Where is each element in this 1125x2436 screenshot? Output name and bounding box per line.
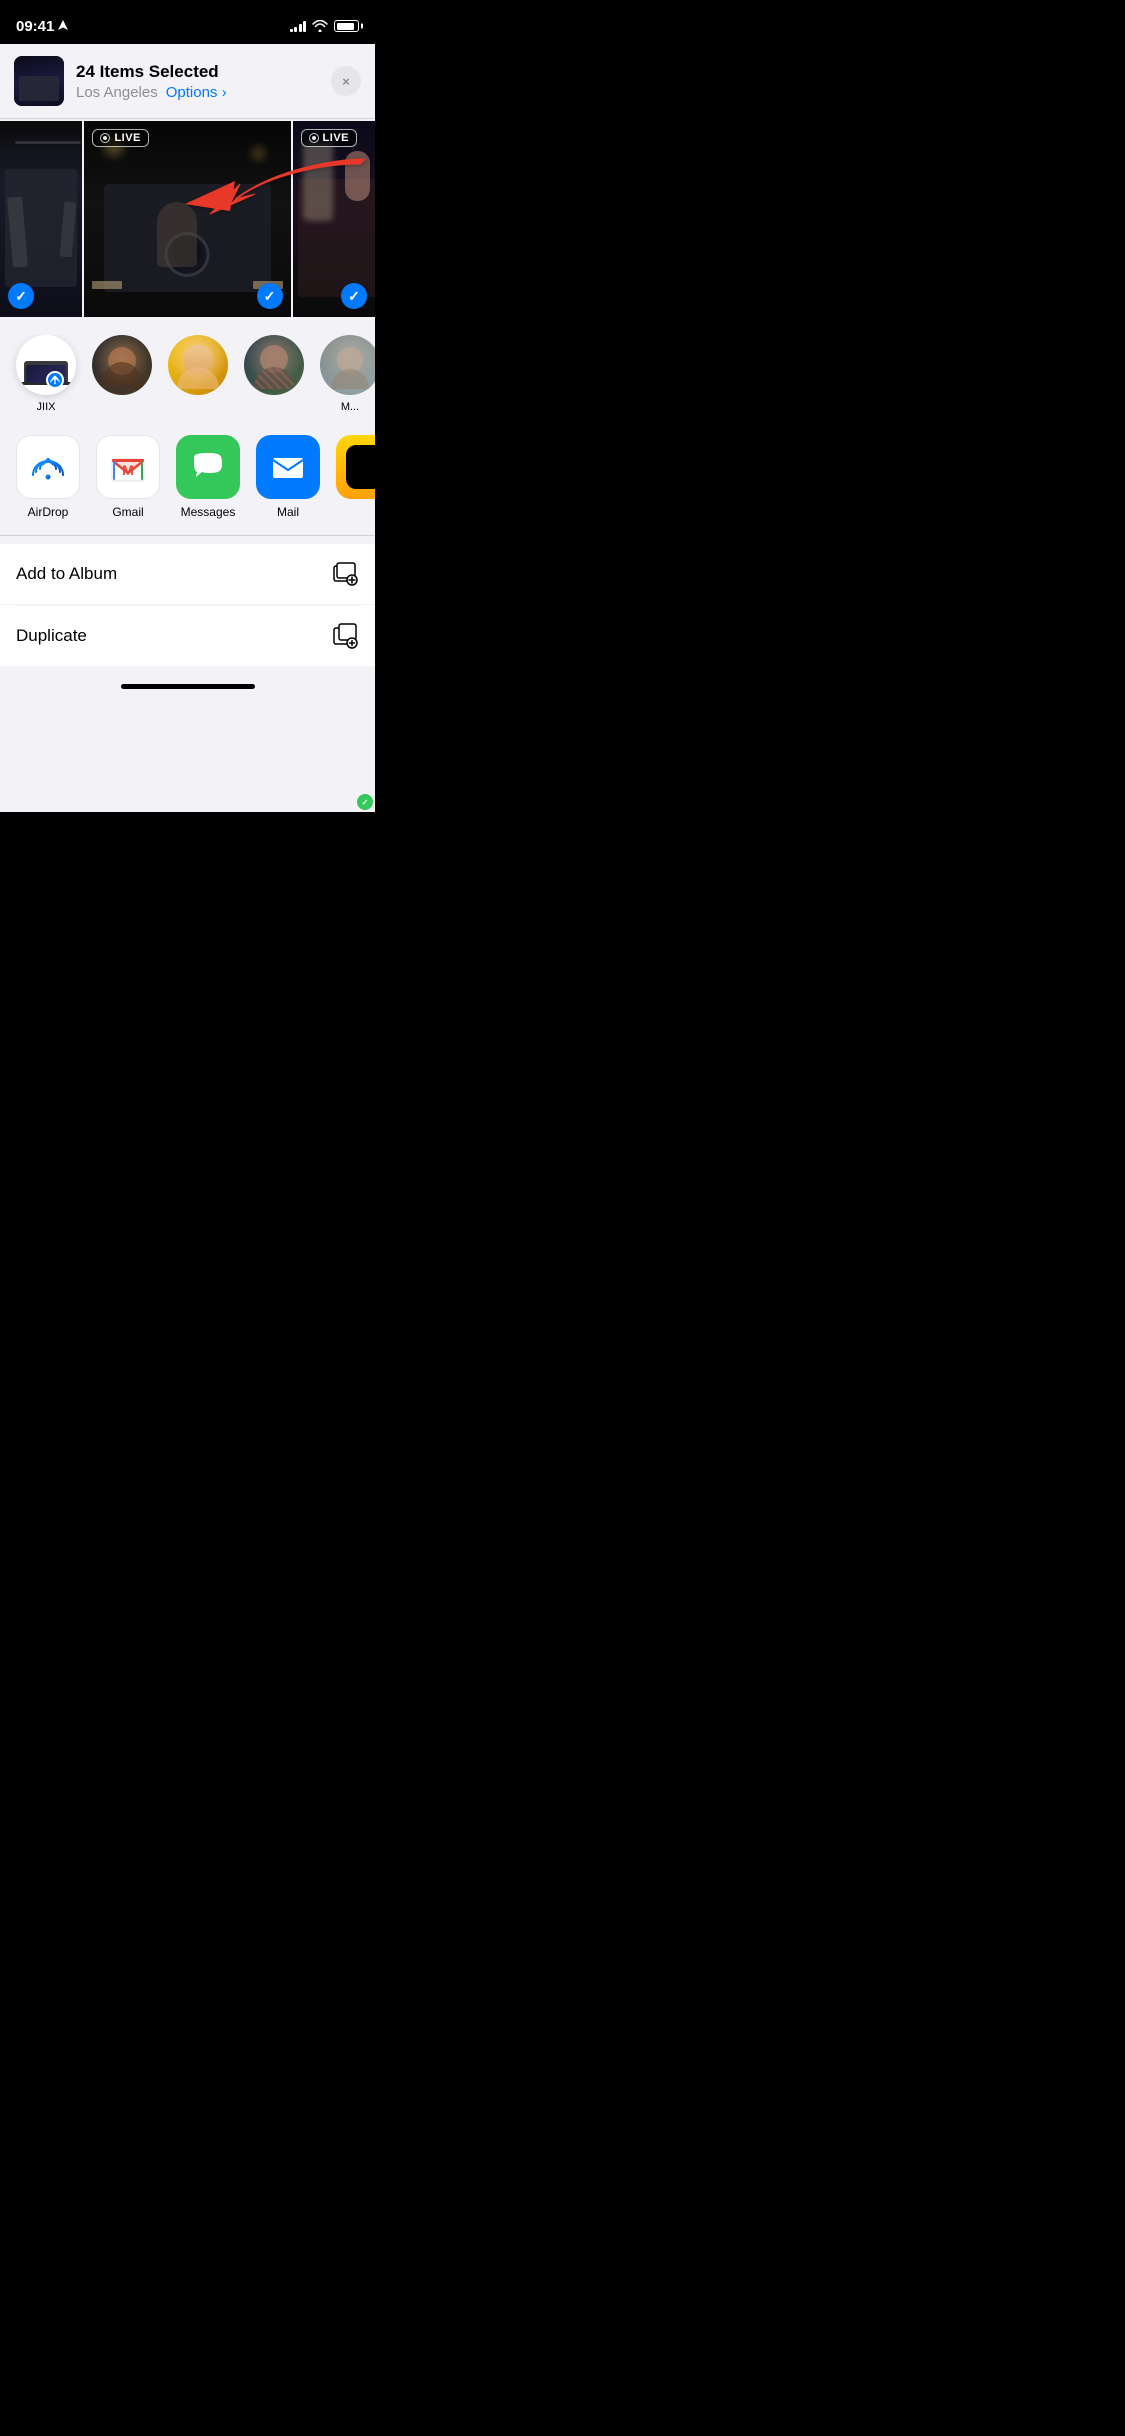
share-header-sub: Los Angeles Options ›	[76, 84, 331, 101]
contact-airdrop-jiix[interactable]: JIIX	[16, 335, 76, 413]
share-header-info: 24 Items Selected Los Angeles Options ›	[76, 62, 331, 101]
photos-grid: ✓ LIVE	[0, 119, 375, 319]
home-bar	[121, 684, 255, 689]
battery-icon	[334, 20, 359, 32]
share-thumbnail	[14, 56, 64, 106]
mail-label: Mail	[277, 505, 299, 519]
home-indicator	[0, 676, 375, 697]
location-label: Los Angeles	[76, 84, 158, 101]
app-mail[interactable]: Mail	[256, 435, 320, 519]
gmail-label: Gmail	[112, 505, 143, 519]
close-button[interactable]: ×	[331, 66, 361, 96]
location-arrow-icon	[58, 20, 68, 32]
contact-5-avatar	[320, 335, 375, 395]
share-header: 24 Items Selected Los Angeles Options › …	[0, 44, 375, 119]
status-bar: 09:41	[0, 0, 375, 44]
contacts-scroll: JIIX 💬	[0, 335, 375, 413]
photo-1[interactable]: ✓	[0, 121, 82, 317]
contact-4[interactable]: ✓	[244, 335, 304, 413]
duplicate-label: Duplicate	[16, 626, 87, 646]
select-check-2[interactable]: ✓	[257, 283, 283, 309]
contact-name-5: M...	[341, 401, 359, 413]
contact-4-avatar	[244, 335, 304, 395]
photo-3[interactable]: LIVE ✓	[293, 121, 375, 317]
action-rows: Add to Album Duplicate	[0, 544, 375, 666]
apps-scroll: AirDrop M	[0, 435, 375, 519]
contact-3[interactable]: ✓	[168, 335, 228, 413]
live-badge-3: LIVE	[301, 129, 357, 147]
duplicate-row[interactable]: Duplicate	[0, 606, 375, 666]
wifi-icon	[312, 20, 328, 32]
gmail-icon: M	[96, 435, 160, 499]
add-to-album-row[interactable]: Add to Album	[0, 544, 375, 605]
airdrop-icon	[16, 435, 80, 499]
contact-2-avatar	[92, 335, 152, 395]
add-to-album-icon	[331, 560, 359, 588]
live-dot	[100, 133, 110, 143]
contact-name-jiix: JIIX	[37, 401, 56, 413]
status-time: 09:41	[16, 18, 68, 35]
add-to-album-label: Add to Album	[16, 564, 117, 584]
options-button[interactable]: Options ›	[166, 84, 227, 101]
live-badge-2: LIVE	[92, 129, 148, 147]
airdrop-label: AirDrop	[28, 505, 69, 519]
signal-icon	[290, 20, 307, 32]
app-airdrop[interactable]: AirDrop	[16, 435, 80, 519]
duplicate-icon	[331, 622, 359, 650]
contact-3-avatar	[168, 335, 228, 395]
app-gmail[interactable]: M Gmail	[96, 435, 160, 519]
svg-text:M: M	[122, 462, 134, 478]
status-icons	[290, 20, 360, 32]
items-selected-label: 24 Items Selected	[76, 62, 331, 82]
live-dot-3	[309, 133, 319, 143]
jiix-avatar	[16, 335, 76, 395]
messages-label: Messages	[181, 505, 236, 519]
messages-icon	[176, 435, 240, 499]
mail-icon	[256, 435, 320, 499]
apps-row: AirDrop M	[0, 425, 375, 536]
app-messages[interactable]: Messages	[176, 435, 240, 519]
select-check-1[interactable]: ✓	[8, 283, 34, 309]
partial-app-icon	[336, 435, 375, 499]
contacts-row: JIIX 💬	[0, 319, 375, 425]
photo-2[interactable]: LIVE ✓	[84, 121, 290, 317]
contact-2[interactable]: 💬	[92, 335, 152, 413]
app-partial[interactable]	[336, 435, 375, 519]
select-check-3[interactable]: ✓	[341, 283, 367, 309]
contact-5[interactable]: ✓ M...	[320, 335, 375, 413]
